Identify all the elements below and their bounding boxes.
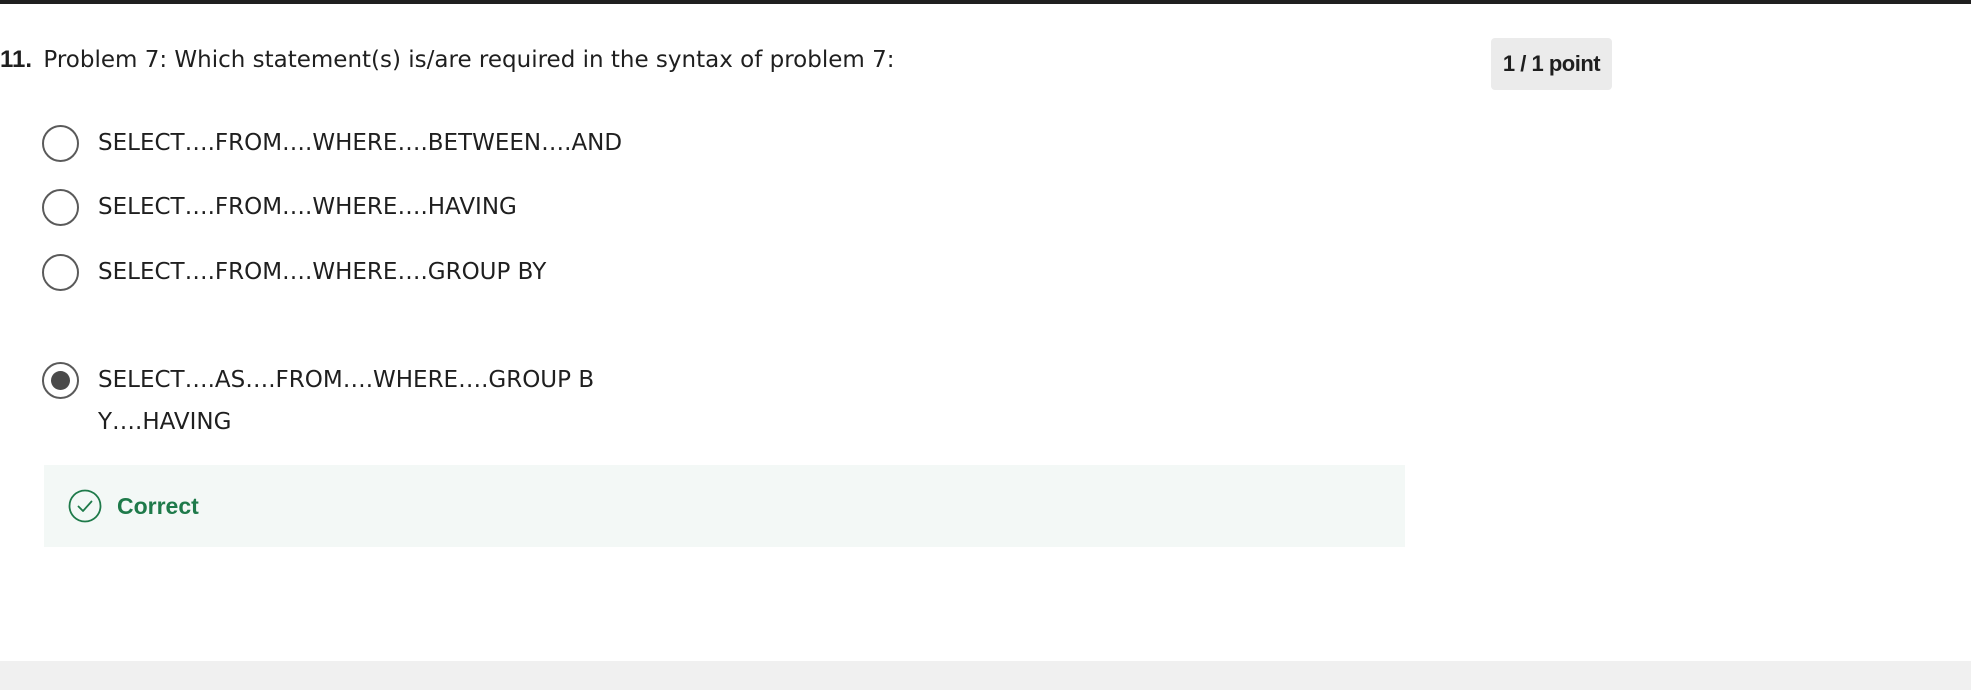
feedback-banner: Correct: [44, 465, 1405, 547]
points-badge: 1 / 1 point: [1491, 38, 1612, 90]
radio-button[interactable]: [42, 125, 79, 162]
radio-button-selected[interactable]: [42, 362, 79, 399]
option-2[interactable]: SELECT….FROM….WHERE….HAVING: [42, 189, 638, 228]
option-3[interactable]: SELECT….FROM….WHERE….GROUP BY: [42, 254, 558, 293]
option-1[interactable]: SELECT….FROM….WHERE….BETWEEN….AND: [42, 125, 638, 164]
radio-button[interactable]: [42, 254, 79, 291]
option-label: SELECT….FROM….WHERE….BETWEEN….AND: [98, 130, 623, 156]
footer-band: [0, 661, 1971, 690]
radio-button[interactable]: [42, 189, 79, 226]
question-prompt: 11. Problem 7: Which statement(s) is/are…: [0, 44, 894, 76]
feedback-label: Correct: [117, 492, 199, 519]
top-divider: [0, 0, 1971, 4]
question-number: 11.: [0, 46, 33, 73]
option-label: SELECT….FROM….WHERE….HAVING: [98, 194, 517, 220]
question-text: Problem 7: Which statement(s) is/are req…: [43, 47, 895, 73]
option-4[interactable]: SELECT….AS….FROM….WHERE….GROUP BY….HAVIN…: [42, 362, 618, 443]
option-label: SELECT….FROM….WHERE….GROUP BY: [98, 259, 547, 285]
option-label: SELECT….AS….FROM….WHERE….GROUP BY….HAVIN…: [98, 367, 595, 435]
check-circle-icon: [68, 489, 102, 523]
